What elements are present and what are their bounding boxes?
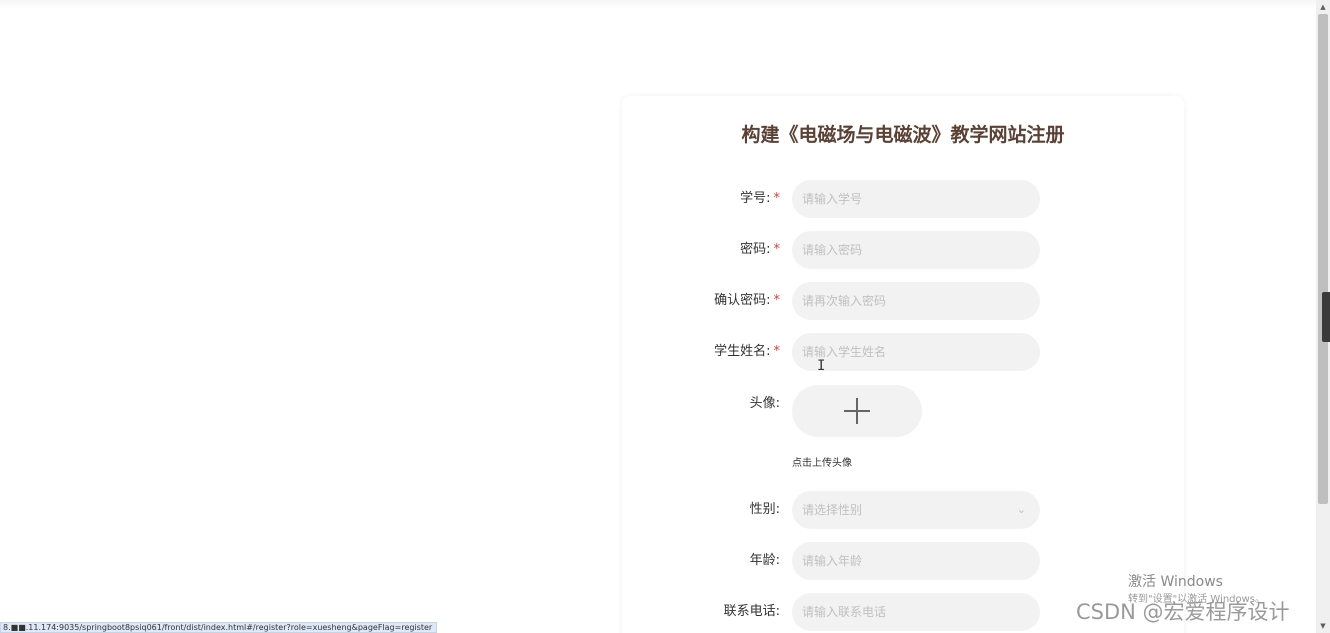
csdn-watermark: CSDN @宏爱程序设计 [1076, 600, 1290, 624]
required-mark: * [773, 344, 781, 359]
plus-icon [844, 398, 870, 424]
avatar-upload-hint: 点击上传头像 [792, 458, 852, 469]
scrollbar-thumb[interactable] [1318, 14, 1328, 504]
student-name-label: 学生姓名: * [714, 344, 781, 359]
confirm-password-label: 确认密码: * [714, 293, 781, 308]
text-cursor-icon: I [817, 358, 826, 374]
scroll-side-tab [1322, 292, 1330, 342]
scroll-up-arrow-icon[interactable]: ▲ [1316, 0, 1330, 14]
top-band [0, 0, 1316, 8]
password-input[interactable] [792, 231, 1040, 269]
required-mark: * [773, 191, 781, 206]
age-label: 年龄: [749, 553, 780, 568]
windows-activation-watermark: 激活 Windows [1128, 574, 1223, 590]
age-input[interactable] [792, 542, 1040, 580]
gender-select[interactable]: 请选择性别 ⌄ [792, 491, 1040, 529]
avatar-label: 头像: [749, 396, 780, 411]
required-mark: * [773, 293, 781, 308]
avatar-upload-button[interactable] [792, 385, 922, 437]
page-title: 构建《电磁场与电磁波》教学网站注册 [741, 124, 1065, 146]
gender-select-placeholder: 请选择性别 [802, 503, 863, 517]
phone-label: 联系电话: [723, 604, 780, 619]
status-bar-url: 8.■■.11.174:9035/springboot8psiq061/fron… [0, 622, 438, 633]
register-page: 构建《电磁场与电磁波》教学网站注册 学号:* 密码:* 确认密码:* 学生姓名:… [0, 0, 1330, 633]
confirm-password-input[interactable] [792, 282, 1040, 320]
chevron-down-icon: ⌄ [1016, 503, 1026, 516]
student-id-label: 学号: * [740, 191, 781, 206]
phone-input[interactable] [792, 593, 1040, 631]
gender-label: 性别: [749, 502, 780, 517]
student-id-input[interactable] [792, 180, 1040, 218]
password-label: 密码: * [740, 242, 781, 257]
scroll-down-arrow-icon[interactable]: ▼ [1316, 619, 1330, 633]
student-name-input[interactable] [792, 333, 1040, 371]
required-mark: * [773, 242, 781, 257]
